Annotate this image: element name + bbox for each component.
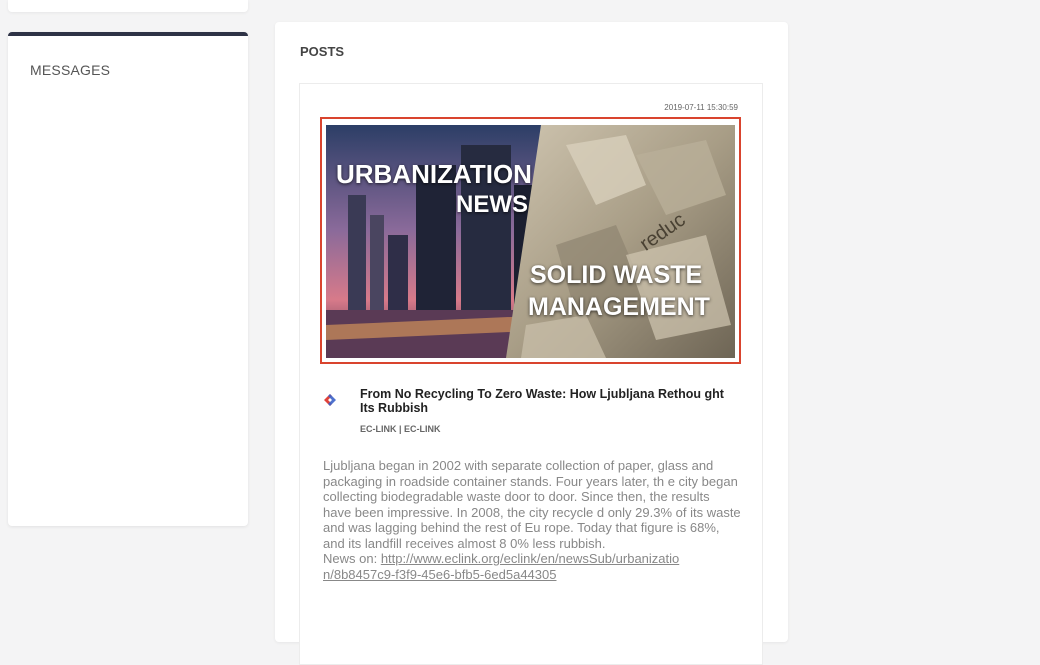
post-image[interactable]: reduc URBANIZATION NEWS SOLID WASTE MANA… bbox=[326, 125, 735, 358]
messages-title: MESSAGES bbox=[30, 62, 111, 78]
post-body-text: Ljubljana began in 2002 with separate co… bbox=[323, 458, 741, 551]
hero-line-news: NEWS bbox=[456, 191, 528, 218]
messages-panel: MESSAGES bbox=[8, 32, 248, 526]
hero-line-solid-waste: SOLID WASTE bbox=[530, 261, 703, 289]
posts-panel: POSTS 2019-07-11 15:30:59 reduc URBANIZA… bbox=[275, 22, 788, 665]
article-source: EC-LINK | EC-LINK bbox=[360, 424, 441, 434]
news-prefix: News on: bbox=[323, 551, 381, 566]
post-card: 2019-07-11 15:30:59 reduc URBANIZATION N… bbox=[299, 83, 763, 665]
top-card-remnant bbox=[8, 0, 248, 12]
posts-title: POSTS bbox=[300, 44, 345, 59]
ec-link-logo-icon bbox=[320, 390, 340, 410]
hero-line-management: MANAGEMENT bbox=[528, 293, 710, 321]
post-image-frame[interactable]: reduc URBANIZATION NEWS SOLID WASTE MANA… bbox=[320, 117, 741, 364]
hero-line-urbanization: URBANIZATION bbox=[336, 159, 532, 189]
article-title[interactable]: From No Recycling To Zero Waste: How Lju… bbox=[360, 387, 740, 415]
post-body: Ljubljana began in 2002 with separate co… bbox=[323, 458, 741, 582]
post-timestamp: 2019-07-11 15:30:59 bbox=[664, 103, 738, 112]
